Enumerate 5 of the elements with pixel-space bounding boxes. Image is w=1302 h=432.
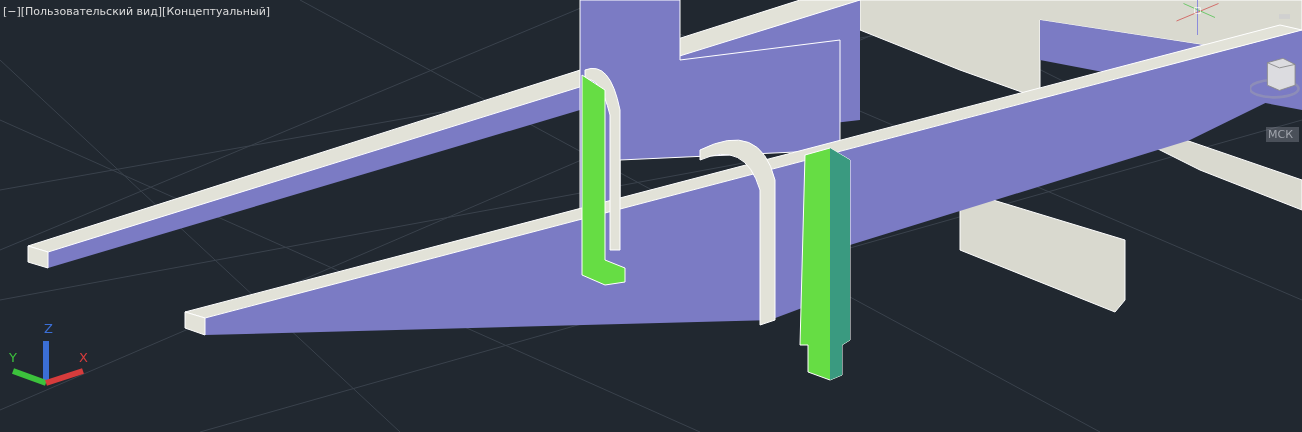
viewport-label[interactable]: [−][Пользовательский вид][Концептуальный] — [3, 5, 271, 18]
ucs-axes-icon — [10, 338, 86, 386]
axis-label: Z — [44, 322, 53, 335]
axis-label: X — [79, 351, 88, 364]
axis-label: Y — [9, 351, 17, 364]
